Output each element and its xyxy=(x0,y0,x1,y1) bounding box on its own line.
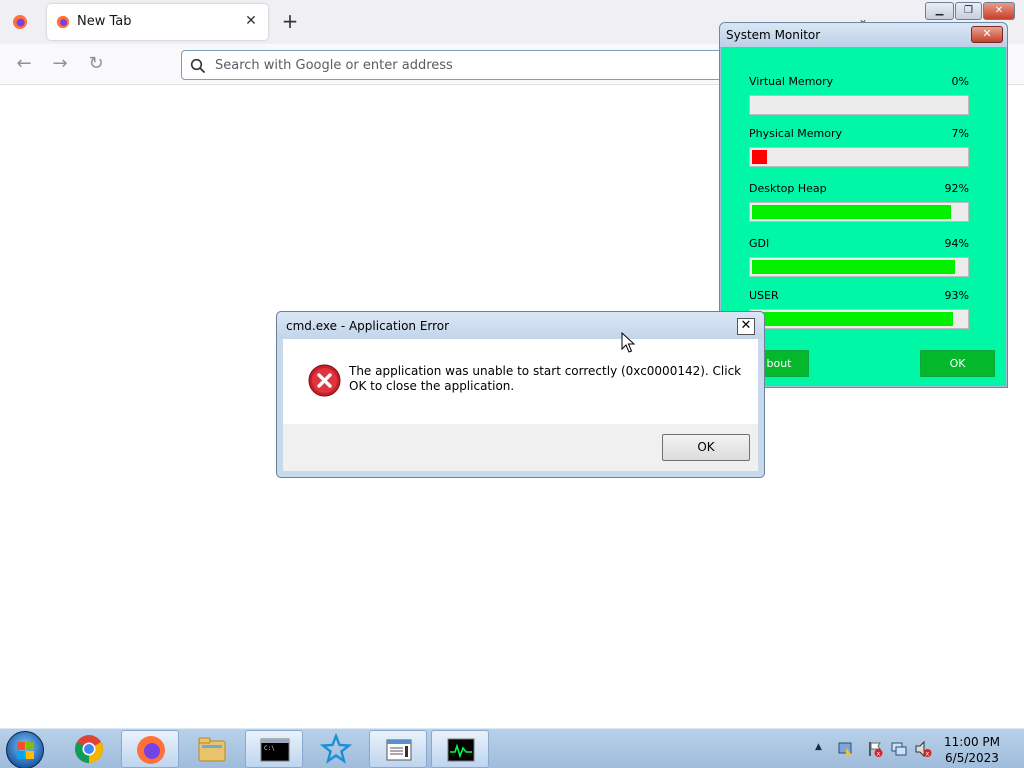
meter-label: Physical Memory xyxy=(749,127,842,140)
meter-value: 94% xyxy=(944,237,969,250)
taskbar-notepad[interactable] xyxy=(369,730,427,768)
error-message: The application was unable to start corr… xyxy=(349,364,742,393)
dialog-titlebar[interactable]: cmd.exe - Application Error ✕ xyxy=(277,312,764,339)
taskbar-firefox[interactable] xyxy=(121,730,179,768)
dialog-close-button[interactable]: ✕ xyxy=(737,318,755,335)
tab-title: New Tab xyxy=(77,14,132,29)
meter-value: 7% xyxy=(951,127,969,140)
url-input[interactable] xyxy=(215,55,715,75)
url-bar[interactable] xyxy=(181,50,741,80)
meter-value: 92% xyxy=(944,182,969,195)
taskbar-star-app[interactable] xyxy=(307,730,365,768)
system-monitor-title: System Monitor xyxy=(726,28,821,42)
show-hidden-icons-icon[interactable]: ▲ xyxy=(815,742,822,752)
meter-fill xyxy=(752,312,953,326)
dialog-body: The application was unable to start corr… xyxy=(283,339,758,424)
meter-fill xyxy=(752,150,767,164)
windows-logo-icon xyxy=(17,742,34,759)
taskbar-cmd[interactable]: C:\ xyxy=(245,730,303,768)
svg-text:x: x xyxy=(926,751,930,758)
mouse-cursor-icon xyxy=(621,332,635,353)
taskbar: C:\ ▲ x x 11:00 PM 6/5/2023 xyxy=(0,728,1024,768)
clock-time: 11:00 PM xyxy=(944,735,1000,749)
meter-fill xyxy=(752,260,955,274)
system-clock[interactable]: 11:00 PM 6/5/2023 xyxy=(940,734,1004,766)
network-icon[interactable] xyxy=(890,740,908,758)
system-monitor-icon xyxy=(447,738,475,762)
meter-label: Virtual Memory xyxy=(749,75,834,88)
star-app-icon xyxy=(320,733,352,764)
svg-text:C:\: C:\ xyxy=(264,745,275,752)
dialog-ok-button[interactable]: OK xyxy=(662,434,750,461)
start-button[interactable] xyxy=(6,731,44,768)
firefox-icon xyxy=(137,736,165,764)
svg-text:x: x xyxy=(877,751,881,758)
reload-icon[interactable]: ↻ xyxy=(86,54,106,74)
search-icon xyxy=(190,58,206,74)
meter-label: Desktop Heap xyxy=(749,182,827,195)
tab-new-tab[interactable]: New Tab ✕ xyxy=(47,4,268,40)
notepad-icon xyxy=(386,739,412,761)
action-center-icon[interactable] xyxy=(837,740,855,758)
meter-fill xyxy=(752,205,951,219)
meter-bar xyxy=(749,309,969,329)
system-monitor-ok-button[interactable]: OK xyxy=(920,350,995,377)
back-icon[interactable]: ← xyxy=(14,54,34,74)
meter-bar xyxy=(749,95,969,115)
dialog-footer: OK xyxy=(283,424,758,471)
system-monitor-close-button[interactable]: ✕ xyxy=(971,26,1003,43)
firefox-favicon-icon xyxy=(56,15,70,29)
firefox-menu-icon[interactable] xyxy=(12,14,28,30)
volume-muted-icon[interactable]: x xyxy=(914,740,932,758)
window-caption-buttons: ▁ ❐ ✕ xyxy=(925,2,1016,20)
minimize-button[interactable]: ▁ xyxy=(925,2,954,20)
cmd-icon: C:\ xyxy=(260,738,290,762)
dialog-title: cmd.exe - Application Error xyxy=(286,319,450,333)
chrome-icon xyxy=(75,735,103,763)
system-monitor-titlebar[interactable]: System Monitor ✕ xyxy=(720,23,1007,47)
application-error-dialog: cmd.exe - Application Error ✕ The applic… xyxy=(276,311,765,478)
meter-value: 0% xyxy=(951,75,969,88)
meter-bar xyxy=(749,202,969,222)
clock-date: 6/5/2023 xyxy=(945,751,999,765)
restore-button[interactable]: ❐ xyxy=(955,2,982,20)
file-explorer-icon xyxy=(198,737,226,762)
error-icon xyxy=(308,364,341,397)
meter-bar xyxy=(749,147,969,167)
meter-label: USER xyxy=(749,289,779,302)
close-tab-icon[interactable]: ✕ xyxy=(243,13,259,29)
close-window-button[interactable]: ✕ xyxy=(983,2,1015,20)
meter-bar xyxy=(749,257,969,277)
taskbar-system-monitor[interactable] xyxy=(431,730,489,768)
taskbar-chrome[interactable] xyxy=(60,730,118,768)
meter-label: GDI xyxy=(749,237,770,250)
new-tab-button[interactable]: + xyxy=(280,11,300,32)
forward-icon[interactable]: → xyxy=(50,54,70,74)
meter-value: 93% xyxy=(944,289,969,302)
taskbar-file-explorer[interactable] xyxy=(183,730,241,768)
flag-warning-icon[interactable]: x xyxy=(866,740,884,758)
